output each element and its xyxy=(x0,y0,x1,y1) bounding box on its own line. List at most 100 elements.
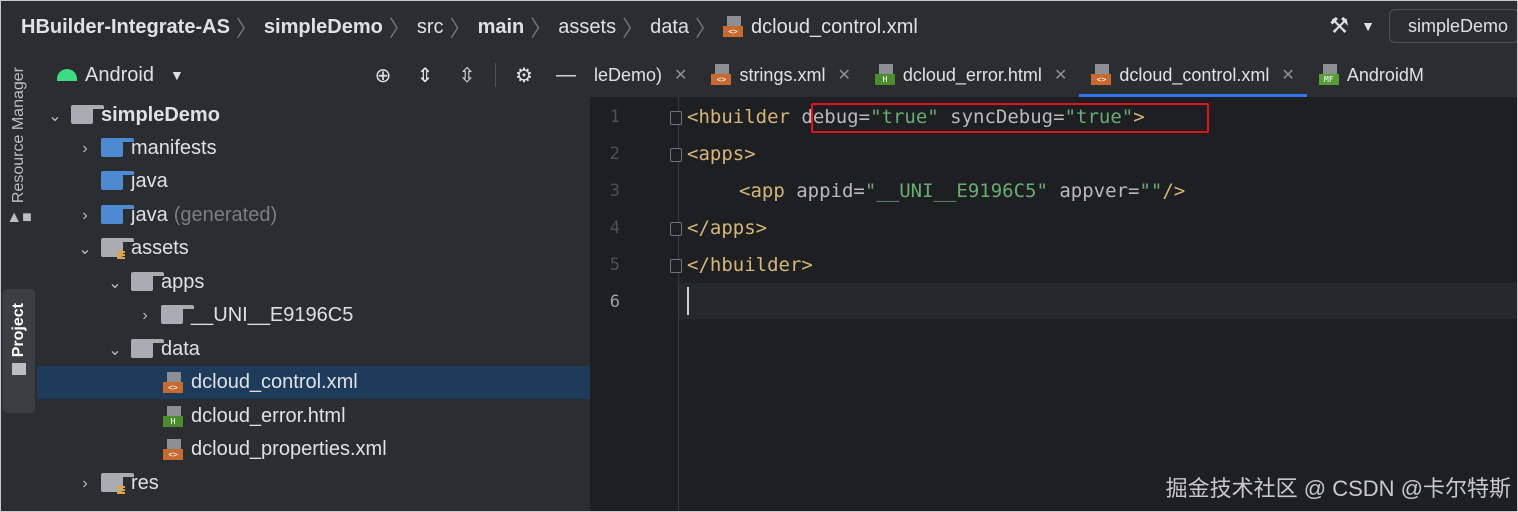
tab-label: AndroidM xyxy=(1346,64,1424,85)
line-number: 6 xyxy=(609,292,620,312)
code-line-4: </apps> xyxy=(687,217,768,239)
tree-item-label: dcloud_error.html xyxy=(191,405,346,427)
folder-icon xyxy=(161,304,194,324)
editor-panel: leDemo) ✕ <> strings.xml ✕ H dcloud_erro… xyxy=(590,53,1517,511)
breadcrumb-separator: 〉 xyxy=(235,16,258,41)
project-panel-header: Android ▼ ⊕ ⇕ ⇳ ⚙ — xyxy=(37,53,590,97)
project-tab[interactable]: Project xyxy=(3,289,35,413)
breadcrumb-project[interactable]: HBuilder-Integrate-AS xyxy=(21,16,230,39)
assets-folder-icon xyxy=(101,237,134,259)
generated-folder-icon xyxy=(101,204,134,224)
close-icon[interactable]: ✕ xyxy=(674,65,687,85)
breadcrumb-module[interactable]: simpleDemo xyxy=(264,16,383,39)
shapes-icon: ▲■ xyxy=(6,209,32,227)
tree-item-label: apps xyxy=(161,271,205,293)
current-line-highlight xyxy=(679,283,1517,319)
line-number: 4 xyxy=(609,218,620,238)
tab-simpledemo[interactable]: leDemo) ✕ xyxy=(590,53,699,97)
close-icon[interactable]: ✕ xyxy=(1054,65,1067,85)
breadcrumb-file[interactable]: dcloud_control.xml xyxy=(751,16,918,39)
tab-label: dcloud_control.xml xyxy=(1119,64,1270,85)
breadcrumb-src[interactable]: src xyxy=(417,16,444,39)
tree-item-simpledemo[interactable]: ⌄ simpleDemo xyxy=(37,99,600,132)
hide-icon[interactable]: — xyxy=(552,61,580,89)
breadcrumb-separator: 〉 xyxy=(530,16,553,41)
breadcrumb-separator: 〉 xyxy=(695,16,718,41)
tree-item-manifests[interactable]: › manifests xyxy=(37,132,630,165)
chevron-down-icon: ⌄ xyxy=(78,240,92,258)
locate-icon[interactable]: ⊕ xyxy=(369,61,397,89)
code-line-5: </hbuilder> xyxy=(687,254,813,276)
watermark: 掘金技术社区 @ CSDN @卡尔特斯 xyxy=(1165,476,1511,501)
project-label: Project xyxy=(10,303,27,358)
code-line-2: <apps> xyxy=(687,143,756,165)
chevron-down-icon: ⌄ xyxy=(108,341,122,359)
hammer-icon[interactable]: ⚒ xyxy=(1323,10,1355,42)
tab-dcloud-error[interactable]: H dcloud_error.html ✕ xyxy=(863,53,1079,97)
tab-label: leDemo) xyxy=(594,64,663,85)
highlight-box xyxy=(811,103,1209,133)
chevron-right-icon: › xyxy=(82,474,88,492)
html-file-icon: H xyxy=(163,405,185,428)
tree-item-res[interactable]: › res xyxy=(37,467,630,500)
gear-icon[interactable]: ⚙ xyxy=(510,61,538,89)
folder-icon xyxy=(101,137,134,157)
code-line-3: <app appid="__UNI__E9196C5" appver=""/> xyxy=(739,180,1186,202)
tab-dcloud-control[interactable]: <> dcloud_control.xml ✕ xyxy=(1079,53,1308,97)
project-panel-tools: ⊕ ⇕ ⇳ ⚙ — xyxy=(369,53,580,97)
run-configuration-label: simpleDemo xyxy=(1408,15,1509,36)
folder-icon xyxy=(101,170,134,190)
tab-label: strings.xml xyxy=(739,64,826,85)
chevron-down-icon[interactable]: ▼ xyxy=(170,67,184,83)
tree-item-label: simpleDemo xyxy=(101,104,220,126)
breadcrumb-separator: 〉 xyxy=(622,16,645,41)
tree-item-label: assets xyxy=(131,237,189,259)
line-number: 3 xyxy=(609,181,620,201)
line-number: 2 xyxy=(609,144,620,164)
ide-window: HBuilder-Integrate-AS 〉 simpleDemo 〉 src… xyxy=(0,0,1518,512)
resource-manager-label: Resource Manager xyxy=(10,67,27,204)
tab-android-manifest[interactable]: MF AndroidM xyxy=(1307,53,1436,97)
resource-manager-tab[interactable]: Resource Manager ▲■ xyxy=(3,67,35,227)
tree-item-label: dcloud_control.xml xyxy=(191,371,358,393)
folder-icon xyxy=(131,271,164,291)
xml-file-icon: <> xyxy=(723,16,745,38)
breadcrumb-data[interactable]: data xyxy=(650,16,689,39)
module-icon xyxy=(71,104,104,124)
tree-item-java[interactable]: java xyxy=(37,165,630,198)
xml-file-icon: <> xyxy=(1091,64,1113,86)
chevron-right-icon: › xyxy=(82,206,88,224)
view-mode-selector[interactable]: Android xyxy=(85,64,154,87)
collapse-all-icon[interactable]: ⇳ xyxy=(453,61,481,89)
chevron-down-icon[interactable]: ▼ xyxy=(1361,18,1375,34)
xml-file-icon: <> xyxy=(711,64,733,86)
tree-item-data[interactable]: ⌄ data xyxy=(37,333,660,366)
xml-file-icon: <> xyxy=(163,438,185,461)
expand-all-icon[interactable]: ⇕ xyxy=(411,61,439,89)
toolbar-right: ⚒ ▼ simpleDemo xyxy=(1323,9,1517,43)
tree-item-label: java xyxy=(131,204,168,226)
close-icon[interactable]: ✕ xyxy=(837,65,850,85)
run-configuration-selector[interactable]: simpleDemo xyxy=(1389,9,1517,43)
chevron-right-icon: › xyxy=(142,306,148,324)
tab-strings-xml[interactable]: <> strings.xml ✕ xyxy=(699,53,862,97)
manifest-file-icon: MF xyxy=(1318,64,1341,86)
tab-label: dcloud_error.html xyxy=(902,64,1042,85)
code-editor[interactable]: <hbuilder debug="true" syncDebug="true">… xyxy=(679,97,1517,511)
tree-item-java-generated[interactable]: › java (generated) xyxy=(37,199,630,232)
close-icon[interactable]: ✕ xyxy=(1281,65,1294,85)
html-file-icon: H xyxy=(874,64,897,86)
tree-item-label: data xyxy=(161,338,200,360)
editor-gutter: 1 2 3 4 5 6 xyxy=(590,97,682,511)
breadcrumb-main[interactable]: main xyxy=(478,16,525,39)
chevron-down-icon: ⌄ xyxy=(108,274,122,292)
xml-file-icon: <> xyxy=(163,371,185,394)
tree-item-assets[interactable]: ⌄ assets xyxy=(37,232,630,265)
breadcrumb-assets[interactable]: assets xyxy=(558,16,616,39)
tree-item-apps[interactable]: ⌄ apps xyxy=(37,266,660,299)
tree-item-label: java xyxy=(131,170,168,192)
tree-item-label: dcloud_properties.xml xyxy=(191,438,387,460)
chevron-right-icon: › xyxy=(82,139,88,157)
divider xyxy=(495,63,496,87)
tree-item-label: res xyxy=(131,472,159,494)
